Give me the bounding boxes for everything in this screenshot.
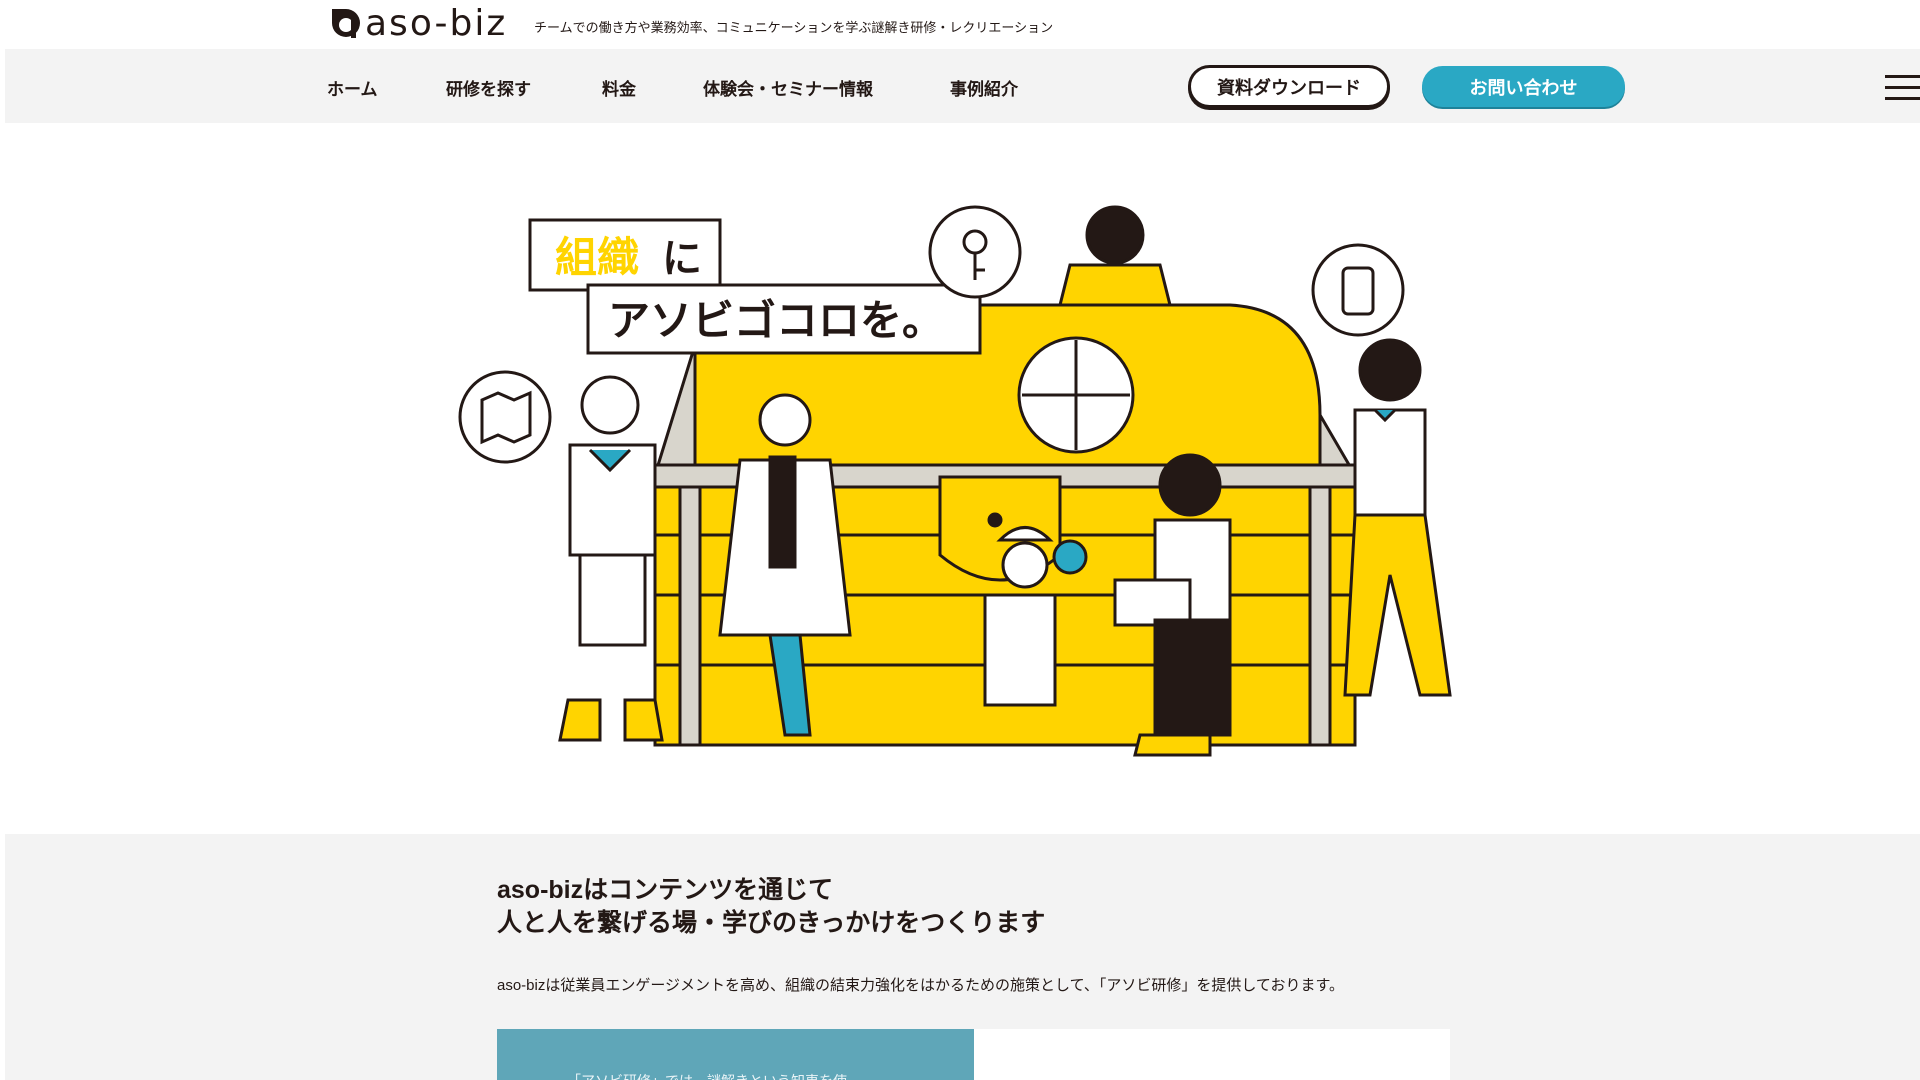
headline-accent: 組織 [555,233,639,282]
nav-item-find-training[interactable]: 研修を探す [446,75,531,100]
hamburger-menu-icon[interactable] [1885,71,1920,105]
key-icon [928,205,1022,299]
character-suspenders [1343,338,1452,697]
site-tagline: チームでの働き方や業務効率、コミュニケーションを学ぶ謎解き研修・レクリエーション [534,20,1054,35]
map-icon [458,370,552,464]
top-header: aso-biz チームでの働き方や業務効率、コミュニケーションを学ぶ謎解き研修・… [0,0,1920,49]
team-faces-bubble [1017,336,1135,454]
nav-item-pricing[interactable]: 料金 [602,75,636,100]
nav-item-seminars[interactable]: 体験会・セミナー情報 [703,75,873,100]
aso-biz-logo-icon [330,9,360,38]
about-description: aso-bizは従業員エンゲージメントを高め、組織の結束力強化をはかるための施策… [497,977,1344,994]
hero-illustration-svg: 組織 に アソビゴコロを。 [458,205,1452,757]
feature-card-right [974,1029,1450,1080]
about-section: aso-bizはコンテンツを通じて 人と人を繋げる場・学びのきっかけをつくります… [5,834,1920,1080]
feature-card-text: 「アソビ研修」では、謎解きという知恵を使 [567,1071,847,1080]
logo-text: aso-biz [365,3,508,44]
about-title: aso-bizはコンテンツを通じて 人と人を繋げる場・学びのきっかけをつくります [497,874,1045,940]
site-logo[interactable]: aso-biz [326,4,507,44]
feature-card-left: 「アソビ研修」では、謎解きという知恵を使 [497,1029,974,1080]
headline-line2: アソビゴコロを。 [608,296,944,345]
about-title-line2: 人と人を繋げる場・学びのきっかけをつくります [497,909,1046,937]
headline-particle: に [662,236,702,282]
download-materials-button[interactable]: 資料ダウンロード [1188,65,1390,108]
character-girl-on-chest [1058,205,1172,307]
main-navigation: ホーム 研修を探す 料金 体験会・セミナー情報 事例紹介 資料ダウンロード お問… [5,49,1920,123]
nav-item-home[interactable]: ホーム [327,75,378,100]
about-title-line1: aso-bizはコンテンツを通じて [497,876,834,904]
headline-box: 組織 に アソビゴコロを。 [528,218,982,355]
contact-button[interactable]: お問い合わせ [1422,66,1625,107]
nav-item-case-studies[interactable]: 事例紹介 [950,75,1018,100]
smartphone-key-icon [1311,243,1405,337]
character-explorer [558,375,664,742]
hero-illustration: 組織 に アソビゴコロを。 [440,195,1500,765]
